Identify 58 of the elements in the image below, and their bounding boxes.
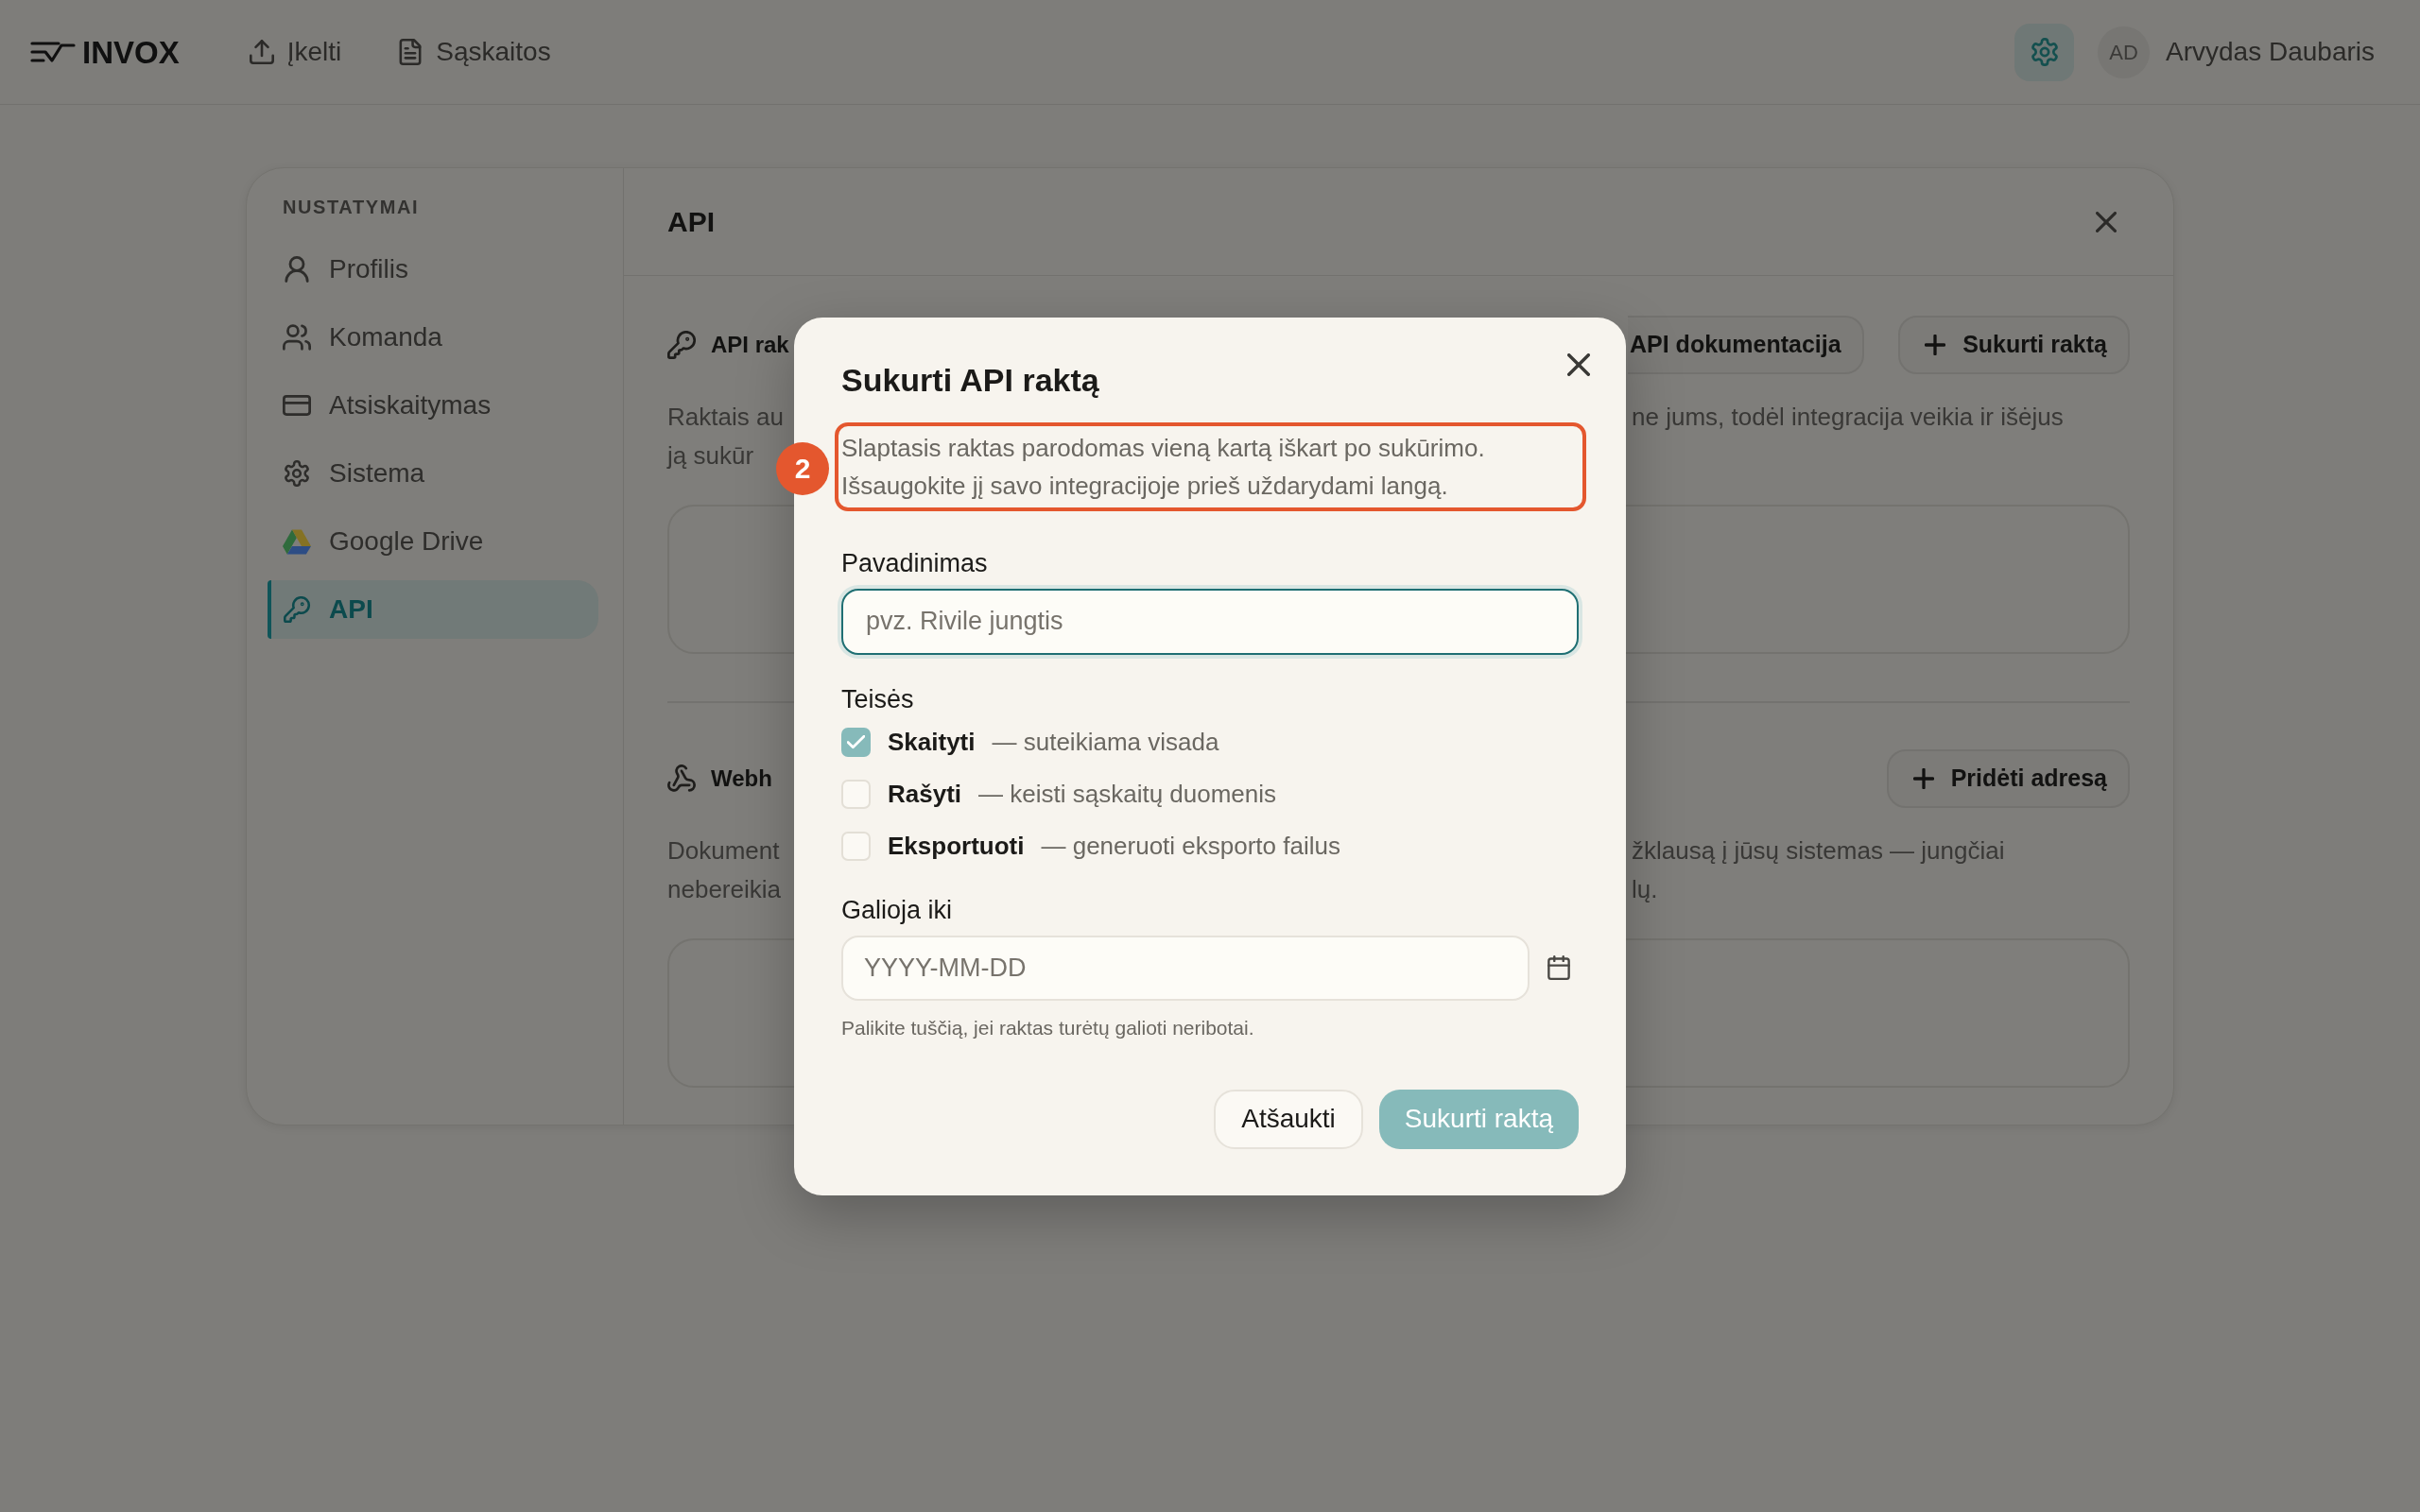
logo-wordmark: INVOX [82,36,180,68]
permission-description: — keisti sąskaitų duomenis [978,779,1277,810]
nav-link[interactable]: Įkelti [249,39,342,65]
sidebar-item[interactable]: Profilis [268,240,598,299]
person-icon [283,256,311,283]
description-text: žklausą į jūsų sistemas — jungčiai lų. [1632,835,2005,905]
hint-text: Palikite tuščią, jei raktas turėtų galioti neribotai. [841,1015,1255,1040]
panel-title: API [667,205,715,239]
checkbox[interactable] [841,728,871,757]
description-text: ne jums, todėl integracija veikia ir išėjus [1632,402,2064,433]
plus-icon [1912,768,1934,789]
sidebar-heading: NUSTATYMAI [282,196,421,219]
section-title: API rak [711,331,789,359]
upload-icon [249,39,274,65]
settings-button[interactable] [2014,23,2074,81]
avatar-initials[interactable]: AD [2098,26,2150,78]
sidebar-item[interactable]: Komanda [268,308,598,367]
permission-description: — suteikiama visada [992,727,1219,758]
permission-label: Eksportuoti [888,831,1025,862]
check-icon [847,735,865,749]
description-text: Dokument nebereikia [667,835,781,905]
document-icon [398,39,424,65]
close-icon[interactable] [1567,352,1590,376]
checkbox[interactable] [841,780,871,809]
sidebar-item[interactable]: Sistema [268,444,598,503]
sidebar-item[interactable]: API [268,580,598,639]
permission-label: Skaityti [888,727,976,758]
settings-icon [283,460,311,487]
credit-card-icon [283,392,311,419]
settings-icon [2030,38,2059,66]
field-label: Pavadinimas [841,547,989,579]
sidebar-item[interactable]: Atsiskaitymas [268,376,598,435]
calendar-icon[interactable] [1547,955,1570,980]
annotation-number: 2 [776,441,829,495]
toolbar-button[interactable]: Pridėti adresą [1886,749,2130,808]
date-input[interactable]: YYYY-MM-DD [841,935,1530,1001]
checkbox[interactable] [841,832,871,861]
field-label: Teisės [841,683,915,715]
drive-triangle-icon [283,528,311,555]
permission-description: — generuoti eksporto failus [1041,831,1340,862]
dialog-title: Sukurti API raktą [841,360,1099,399]
notice-text: Slaptasis raktas parodomas vieną kartą iškart po sukūrimo. Išsaugokite jį savo integracijoje prieš uždarydami langą. [841,432,1486,502]
logo-lines-icon [30,39,76,65]
key-icon [667,331,696,359]
field-label: Galioja iki [841,894,954,926]
key-icon [283,596,311,623]
name-input[interactable]: pvz. Rivile jungtis [841,588,1579,655]
toolbar-button[interactable]: Sukurti raktą [1898,316,2130,374]
plus-icon [1925,335,1946,355]
permission-label: Rašyti [888,779,962,810]
nav-link[interactable]: Sąskaitos [398,39,551,65]
people-icon [283,324,311,351]
cancel-button[interactable]: Atšaukti [1214,1089,1363,1149]
sidebar-item[interactable]: Google Drive [268,512,598,571]
toolbar-button[interactable]: API dokumentacija [1628,316,1864,374]
user-name[interactable]: Arvydas Daubaris [2166,39,2375,65]
section-title: Webh [711,765,772,793]
webhook-icon [667,765,696,793]
